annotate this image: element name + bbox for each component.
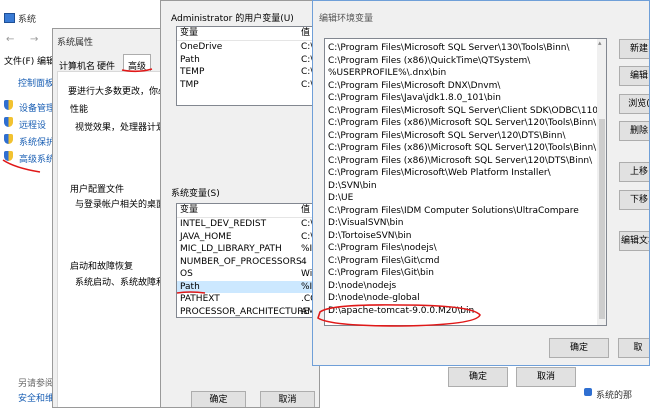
- table-row[interactable]: TEMP C:\: [177, 66, 319, 79]
- table-row[interactable]: INTEL_DEV_REDIST C:\: [177, 218, 319, 231]
- path-list-item[interactable]: C:\Program Files (x86)\Microsoft SQL Ser…: [325, 155, 597, 168]
- scrollbar-thumb[interactable]: [599, 119, 605, 319]
- shield-icon: [4, 117, 13, 127]
- env-ok-button[interactable]: 确定: [448, 367, 508, 387]
- path-list-item[interactable]: C:\Program Files (x86)\QuickTime\QTSyste…: [325, 55, 597, 68]
- path-list-item[interactable]: D:\TortoiseSVN\bin: [325, 230, 597, 243]
- table-row[interactable]: OneDrive C:\: [177, 41, 319, 54]
- path-list-item[interactable]: D:\VisualSVN\bin: [325, 217, 597, 230]
- window-title: 系统: [18, 15, 37, 25]
- system-vars-title: 系统变量(S): [171, 189, 220, 199]
- move-down-button[interactable]: 下移: [619, 190, 649, 210]
- path-list-item[interactable]: D:\apache-tomcat-9.0.0.M20\bin: [325, 305, 597, 318]
- profile-title: 用户配置文件: [70, 185, 125, 195]
- forward-icon[interactable]: →: [30, 34, 38, 45]
- table-row[interactable]: Path %I: [177, 280, 319, 293]
- table-row[interactable]: TMP C:\: [177, 79, 319, 92]
- path-list-item[interactable]: C:\Program Files\Git\cmd: [325, 255, 597, 268]
- path-list-item[interactable]: C:\Program Files\Microsoft SQL Server\12…: [325, 130, 597, 143]
- col-value[interactable]: 值: [301, 27, 310, 40]
- table-row[interactable]: PATHEXT .CO: [177, 293, 319, 306]
- path-list-item[interactable]: C:\Program Files (x86)\Microsoft SQL Ser…: [325, 117, 597, 130]
- menu-file[interactable]: 文件(F): [4, 54, 34, 67]
- startup-title: 启动和故障恢复: [70, 262, 134, 272]
- taskbar-snippet: 系统的那: [580, 376, 650, 408]
- path-list-item[interactable]: D:\UE: [325, 192, 597, 205]
- path-list-item[interactable]: C:\Program Files\nodejs\: [325, 242, 597, 255]
- path-list-item[interactable]: D:\node\node-global: [325, 292, 597, 305]
- edit-env-dialog: 编辑环境变量 C:\Program Files\Microsoft SQL Se…: [312, 0, 650, 366]
- path-list-item[interactable]: C:\Program Files\IDM Computer Solutions\…: [325, 205, 597, 218]
- environment-variables-dialog: Administrator 的用户变量(U) 变量值 OneDrive C:\ P…: [160, 0, 320, 408]
- edit-dialog-title: 编辑环境变量: [319, 14, 374, 24]
- path-list-item[interactable]: D:\SVN\bin: [325, 180, 597, 193]
- edit-button[interactable]: 编辑: [619, 66, 649, 86]
- path-list-item[interactable]: C:\Program Files\Microsoft DNX\Dnvm\: [325, 80, 597, 93]
- performance-title: 性能: [70, 105, 89, 115]
- sidebar-item-device-manager[interactable]: 设备管理: [19, 101, 55, 114]
- shield-icon: [4, 151, 13, 161]
- shield-icon: [4, 100, 13, 110]
- sidebar-item-remote[interactable]: 远程设: [19, 118, 46, 131]
- edit-text-button[interactable]: 编辑文本: [619, 231, 649, 251]
- edit-ok-button[interactable]: 确定: [549, 338, 609, 358]
- browse-button[interactable]: 浏览(: [619, 94, 649, 114]
- col-variable[interactable]: 变量: [180, 204, 198, 217]
- scroll-up-icon[interactable]: ▴: [598, 39, 602, 47]
- new-button[interactable]: 新建: [619, 39, 649, 59]
- path-list-item[interactable]: C:\Program Files\Git\bin: [325, 267, 597, 280]
- move-up-button[interactable]: 上移: [619, 162, 649, 182]
- table-row[interactable]: NUMBER_OF_PROCESSORS 4: [177, 256, 319, 269]
- see-also-label: 另请参阅: [18, 379, 55, 389]
- path-list[interactable]: C:\Program Files\Microsoft SQL Server\13…: [324, 38, 607, 326]
- col-value[interactable]: 值: [301, 204, 310, 217]
- shield-icon: [4, 134, 13, 144]
- admin-note: 要进行大多数更改，你必: [68, 87, 168, 97]
- security-link[interactable]: 安全和维: [18, 391, 54, 404]
- table-row[interactable]: Path C:\: [177, 54, 319, 67]
- path-list-item[interactable]: C:\Program Files\Java\jdk1.8.0_101\bin: [325, 92, 597, 105]
- control-panel-link[interactable]: 控制面板: [18, 76, 54, 89]
- edit-cancel-button[interactable]: 取: [618, 338, 649, 358]
- path-list-item[interactable]: C:\Program Files\Microsoft SQL Server\Cl…: [325, 105, 606, 118]
- ok-button[interactable]: 确定: [191, 391, 246, 407]
- env-cancel-button[interactable]: 取消: [516, 367, 576, 387]
- user-vars-list[interactable]: 变量 值 OneDrive C:\ Path C:\ TEMP C:\ TMP C:\: [176, 26, 319, 106]
- table-row[interactable]: OS Wi: [177, 268, 319, 281]
- performance-desc: 视觉效果，处理器计划: [75, 123, 166, 133]
- path-list-item[interactable]: D:\node\nodejs: [325, 280, 597, 293]
- cancel-button[interactable]: 取消: [260, 391, 315, 407]
- startup-desc: 系统启动、系统故障和: [75, 278, 166, 288]
- path-rows: C:\Program Files\Microsoft SQL Server\13…: [325, 42, 606, 318]
- sidebar-item-advanced[interactable]: 高级系统: [19, 152, 55, 165]
- system-vars-list[interactable]: 变量 值 INTEL_DEV_REDIST C:\ JAVA_HOME C:\ MIC…: [176, 203, 319, 318]
- path-list-item[interactable]: C:\Program Files\Microsoft SQL Server\13…: [325, 42, 597, 55]
- table-row[interactable]: PROCESSOR_ARCHITECTURE AM: [177, 306, 319, 318]
- app-icon: [584, 388, 592, 396]
- sidebar-item-protection[interactable]: 系统保护: [19, 135, 55, 148]
- back-icon[interactable]: ←: [6, 34, 14, 45]
- system-icon: [4, 13, 15, 23]
- table-row[interactable]: MIC_LD_LIBRARY_PATH %I: [177, 243, 319, 256]
- path-list-item[interactable]: C:\Program Files\Microsoft\Web Platform …: [325, 167, 597, 180]
- profile-desc: 与登录帐户相关的桌面: [75, 200, 166, 210]
- table-row[interactable]: JAVA_HOME C:\: [177, 231, 319, 244]
- dialog-title: 系统属性: [57, 38, 94, 48]
- taskbar-label: 系统的那: [596, 391, 633, 401]
- user-vars-title: Administrator 的用户变量(U): [171, 14, 294, 24]
- delete-button[interactable]: 删除: [619, 121, 649, 141]
- path-list-item[interactable]: %USERPROFILE%\.dnx\bin: [325, 67, 597, 80]
- col-variable[interactable]: 变量: [180, 27, 198, 40]
- path-list-item[interactable]: C:\Program Files (x86)\Microsoft SQL Ser…: [325, 142, 606, 155]
